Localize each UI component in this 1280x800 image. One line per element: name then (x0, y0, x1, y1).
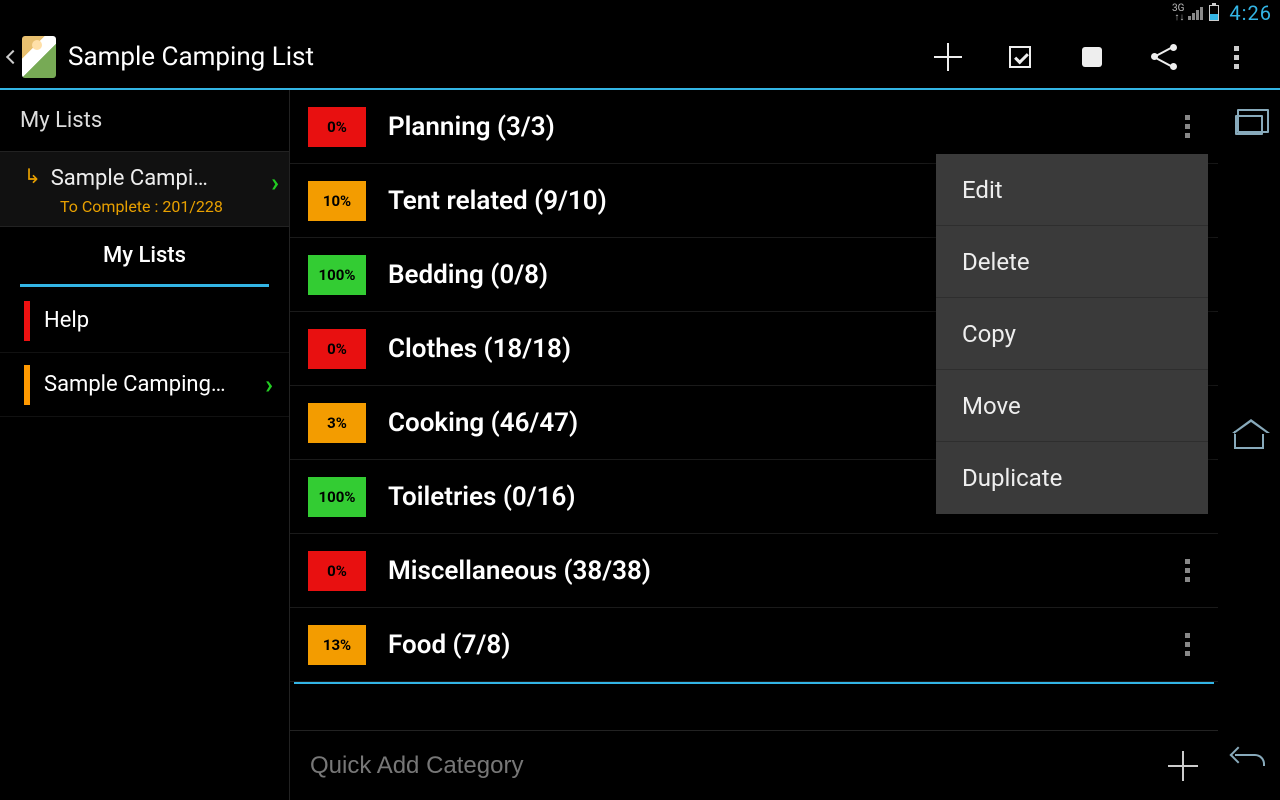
progress-badge: 0% (308, 107, 366, 147)
sidebar-item-sample-camping[interactable]: Sample Camping… › (0, 353, 289, 417)
category-name: Food (7/8) (388, 630, 1175, 660)
quick-add-plus-icon[interactable] (1168, 751, 1198, 781)
back-icon (1232, 745, 1266, 765)
recent-apps-button[interactable] (1229, 110, 1269, 140)
sidebar-current-name: Sample Campi… (51, 166, 208, 191)
checkbox-icon (1009, 46, 1031, 68)
quick-add-input[interactable] (310, 752, 1168, 780)
uncheck-button[interactable] (1056, 25, 1128, 89)
plus-icon (934, 43, 962, 71)
chevron-right-icon: › (265, 370, 273, 400)
sidebar-item-label: Help (44, 308, 273, 333)
category-row[interactable]: 13% Food (7/8) (290, 608, 1218, 682)
add-button[interactable] (912, 25, 984, 89)
category-row[interactable]: 0% Miscellaneous (38/38) (290, 534, 1218, 608)
system-nav-rail (1218, 90, 1280, 800)
category-row[interactable]: 0% Planning (3/3) (290, 90, 1218, 164)
quick-add-bar (290, 730, 1218, 800)
category-name: Planning (3/3) (388, 112, 1175, 142)
share-button[interactable] (1128, 25, 1200, 89)
signal-icon (1188, 6, 1203, 20)
share-icon (1151, 44, 1177, 70)
progress-badge: 100% (308, 477, 366, 517)
menu-item-edit[interactable]: Edit (936, 154, 1208, 226)
recent-icon (1235, 115, 1263, 135)
progress-badge: 10% (308, 181, 366, 221)
menu-item-delete[interactable]: Delete (936, 226, 1208, 298)
sidebar-item-label: Sample Camping… (44, 372, 265, 397)
progress-badge: 3% (308, 403, 366, 443)
sidebar-tab-header[interactable]: My Lists (20, 227, 269, 287)
category-name: Miscellaneous (38/38) (388, 556, 1175, 586)
row-overflow-button[interactable] (1175, 549, 1200, 592)
sidebar: My Lists ↳ Sample Campi… › To Complete :… (0, 90, 290, 800)
progress-badge: 0% (308, 329, 366, 369)
progress-badge: 0% (308, 551, 366, 591)
home-icon (1234, 431, 1264, 449)
action-bar: Sample Camping List (0, 26, 1280, 90)
menu-item-duplicate[interactable]: Duplicate (936, 442, 1208, 514)
progress-badge: 100% (308, 255, 366, 295)
sidebar-header: My Lists (0, 90, 289, 152)
list-divider (294, 682, 1214, 684)
network-indicator: 3G↑↓ (1172, 4, 1184, 22)
status-bar: 3G↑↓ 4:26 (0, 0, 1280, 26)
app-icon[interactable] (22, 36, 56, 78)
back-button[interactable] (1229, 740, 1269, 770)
sidebar-current-subtitle: To Complete : 201/228 (60, 197, 275, 216)
up-chevron-icon[interactable] (6, 50, 20, 64)
more-icon (1234, 46, 1239, 69)
network-label: 3G (1172, 3, 1184, 14)
menu-item-copy[interactable]: Copy (936, 298, 1208, 370)
home-button[interactable] (1229, 425, 1269, 455)
status-bar-icon (24, 301, 30, 341)
overflow-button[interactable] (1200, 25, 1272, 89)
battery-icon (1209, 5, 1219, 21)
sidebar-item-help[interactable]: Help (0, 289, 289, 353)
square-icon (1082, 47, 1102, 67)
context-menu: Edit Delete Copy Move Duplicate (936, 154, 1208, 514)
chevron-right-icon: › (271, 168, 279, 198)
enter-arrow-icon: ↳ (24, 164, 41, 188)
menu-item-move[interactable]: Move (936, 370, 1208, 442)
progress-badge: 13% (308, 625, 366, 665)
status-bar-icon (24, 365, 30, 405)
clock: 4:26 (1229, 1, 1272, 25)
check-button[interactable] (984, 25, 1056, 89)
row-overflow-button[interactable] (1175, 623, 1200, 666)
row-overflow-button[interactable] (1175, 105, 1200, 148)
page-title: Sample Camping List (68, 42, 314, 72)
sidebar-current-list[interactable]: ↳ Sample Campi… › To Complete : 201/228 (0, 152, 289, 227)
